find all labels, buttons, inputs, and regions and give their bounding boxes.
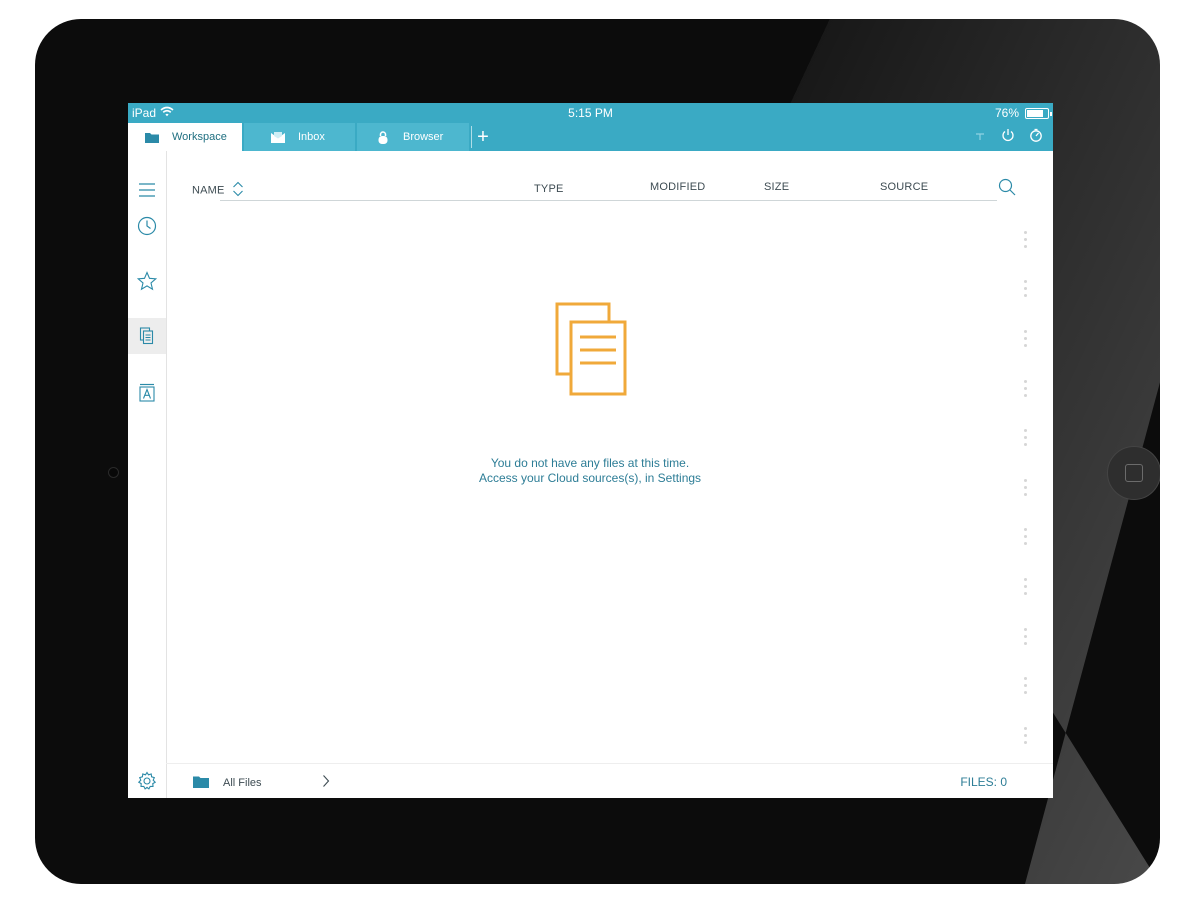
status-bar: iPad 5:15 PM 76% [128, 103, 1053, 123]
timer-icon[interactable] [1029, 128, 1043, 147]
front-camera [108, 467, 119, 478]
row-options-icon[interactable] [1024, 330, 1027, 351]
row-options-icon[interactable] [1024, 479, 1027, 500]
row-options-icon[interactable] [1024, 231, 1027, 252]
column-modified[interactable]: MODIFIED [650, 181, 705, 193]
tab-browser-label: Browser [403, 131, 444, 143]
header-divider [220, 200, 997, 201]
app-screen: iPad 5:15 PM 76% Workspace Inbox Browser… [128, 103, 1053, 798]
add-tab-icon[interactable]: + [471, 126, 494, 148]
favorites-star-icon[interactable] [128, 263, 166, 299]
documents-icon[interactable] [128, 318, 166, 354]
status-time: 5:15 PM [568, 106, 613, 120]
column-size[interactable]: SIZE [764, 181, 789, 193]
fonts-icon[interactable] [128, 375, 166, 411]
row-options-icon[interactable] [1024, 727, 1027, 748]
home-button[interactable] [1107, 446, 1160, 500]
battery-icon [1025, 107, 1052, 119]
column-name-label: NAME [192, 184, 225, 197]
current-folder-label[interactable]: All Files [223, 777, 262, 789]
documents-stack-icon [555, 302, 629, 401]
chevron-right-icon[interactable] [322, 774, 330, 793]
row-options-icon[interactable] [1024, 628, 1027, 649]
inbox-icon [270, 130, 286, 144]
tab-workspace[interactable]: Workspace [128, 123, 242, 151]
tab-workspace-label: Workspace [172, 131, 227, 143]
tab-browser[interactable]: Browser [357, 123, 469, 151]
tab-inbox-label: Inbox [298, 131, 325, 143]
search-icon[interactable] [998, 178, 1016, 201]
power-icon[interactable] [1001, 128, 1015, 147]
row-options-icon[interactable] [1024, 578, 1027, 599]
row-options-icon[interactable] [1024, 677, 1027, 698]
tab-inbox[interactable]: Inbox [244, 123, 355, 151]
column-type[interactable]: TYPE [534, 183, 564, 195]
recent-clock-icon[interactable] [128, 208, 166, 244]
row-options-icon[interactable] [1024, 528, 1027, 549]
row-options-icon[interactable] [1024, 280, 1027, 301]
sort-chevrons-icon[interactable] [232, 181, 244, 200]
empty-message-line1: You do not have any files at this time. [490, 456, 690, 470]
settings-gear-icon[interactable] [128, 763, 166, 798]
sidebar [128, 151, 167, 798]
files-count: FILES: 0 [960, 775, 1007, 789]
lock-icon [375, 130, 391, 144]
folder-icon [144, 130, 160, 144]
column-source[interactable]: SOURCE [880, 181, 928, 193]
folder-icon [193, 775, 209, 793]
empty-message-line2: Access your Cloud sources(s), in Setting… [478, 471, 702, 485]
pin-icon[interactable] [973, 128, 987, 147]
footer-bar: All Files FILES: 0 [166, 763, 1053, 798]
row-options-icon[interactable] [1024, 429, 1027, 450]
battery-percent: 76% [994, 106, 1019, 120]
column-name[interactable]: NAME [192, 181, 244, 200]
tab-bar: Workspace Inbox Browser + [128, 123, 1053, 151]
menu-icon[interactable] [128, 172, 166, 208]
row-options-icon[interactable] [1024, 380, 1027, 401]
